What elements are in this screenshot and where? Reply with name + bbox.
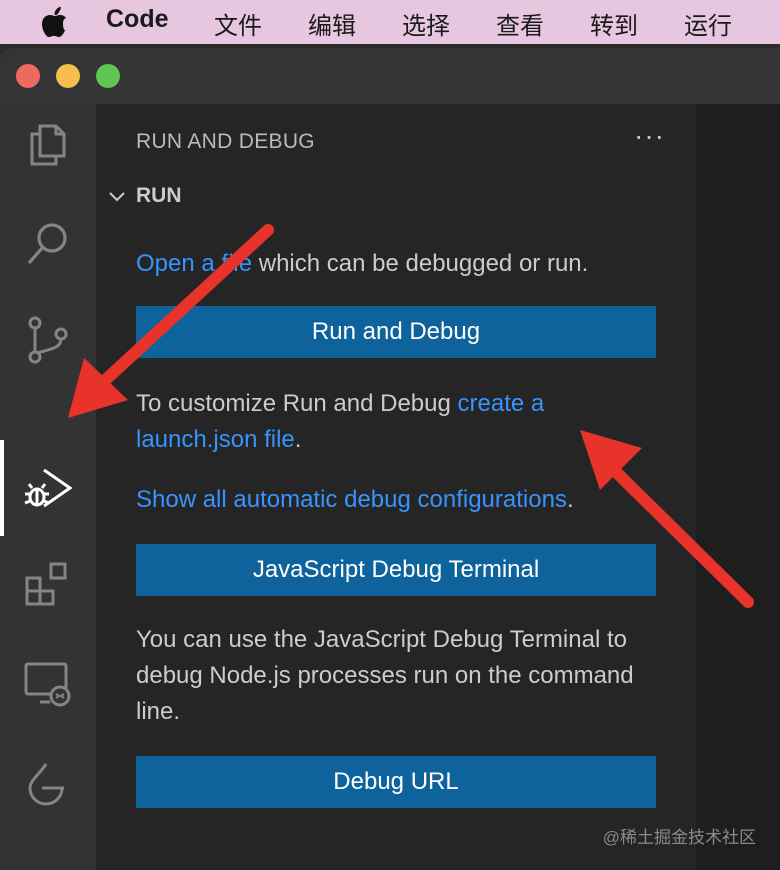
menu-file[interactable]: 文件 bbox=[214, 6, 262, 41]
extensions-icon bbox=[25, 562, 67, 606]
search-icon bbox=[27, 223, 67, 265]
customize-suffix: . bbox=[294, 426, 302, 453]
title-bar bbox=[0, 48, 780, 104]
editor-area bbox=[696, 104, 780, 870]
menu-view[interactable]: 查看 bbox=[496, 6, 544, 41]
vscode-window: RUN AND DEBUG ··· RUN Open a file which … bbox=[0, 48, 780, 870]
activity-bar bbox=[0, 104, 96, 870]
run-debug-sidebar: RUN AND DEBUG ··· RUN Open a file which … bbox=[96, 104, 696, 870]
run-debug-icon bbox=[24, 468, 73, 508]
activity-run-debug[interactable] bbox=[0, 448, 96, 528]
menu-edit[interactable]: 编辑 bbox=[308, 6, 356, 41]
run-and-debug-button[interactable]: Run and Debug bbox=[136, 306, 656, 358]
open-file-link[interactable]: Open a file bbox=[136, 250, 252, 277]
app-menu-code[interactable]: Code bbox=[106, 5, 169, 34]
menu-go[interactable]: 转到 bbox=[590, 6, 638, 41]
apple-logo-icon[interactable] bbox=[40, 6, 68, 38]
show-all-suffix: . bbox=[566, 486, 574, 513]
chevron-down-icon bbox=[109, 192, 125, 202]
more-actions-icon[interactable]: ··· bbox=[634, 120, 665, 152]
testing-icon bbox=[28, 763, 64, 806]
watermark-text: @稀土掘金技术社区 bbox=[602, 828, 756, 847]
files-icon bbox=[30, 124, 66, 166]
show-all-configurations-link[interactable]: Show all automatic debug configurations bbox=[136, 486, 567, 513]
open-file-paragraph: Open a file which can be debugged or run… bbox=[136, 246, 656, 282]
debug-url-button[interactable]: Debug URL bbox=[136, 756, 656, 808]
activity-search[interactable] bbox=[0, 204, 96, 284]
customize-text: To customize Run and Debug bbox=[136, 390, 458, 417]
activity-explorer[interactable] bbox=[0, 104, 96, 184]
close-window-button[interactable] bbox=[16, 64, 40, 88]
show-all-paragraph: Show all automatic debug configurations. bbox=[136, 482, 676, 518]
javascript-debug-terminal-button[interactable]: JavaScript Debug Terminal bbox=[136, 544, 656, 596]
minimize-window-button[interactable] bbox=[56, 64, 80, 88]
activity-testing[interactable] bbox=[0, 744, 96, 824]
macos-menu-bar: Code 文件 编辑 选择 查看 转到 运行 bbox=[0, 0, 780, 44]
sidebar-title: RUN AND DEBUG bbox=[136, 130, 315, 153]
menu-run[interactable]: 运行 bbox=[684, 6, 732, 41]
section-run-header[interactable]: RUN bbox=[106, 184, 182, 208]
js-terminal-description: You can use the JavaScript Debug Termina… bbox=[136, 626, 634, 725]
activity-remote-explorer[interactable] bbox=[0, 644, 96, 724]
open-file-text: which can be debugged or run. bbox=[252, 250, 589, 277]
activity-extensions[interactable] bbox=[0, 544, 96, 624]
remote-explorer-icon bbox=[24, 662, 71, 707]
activity-source-control[interactable] bbox=[0, 300, 96, 380]
section-run-label: RUN bbox=[136, 184, 182, 207]
menu-selection[interactable]: 选择 bbox=[402, 6, 450, 41]
customize-paragraph: To customize Run and Debug create a laun… bbox=[136, 386, 636, 458]
source-control-icon bbox=[28, 316, 68, 364]
zoom-window-button[interactable] bbox=[96, 64, 120, 88]
